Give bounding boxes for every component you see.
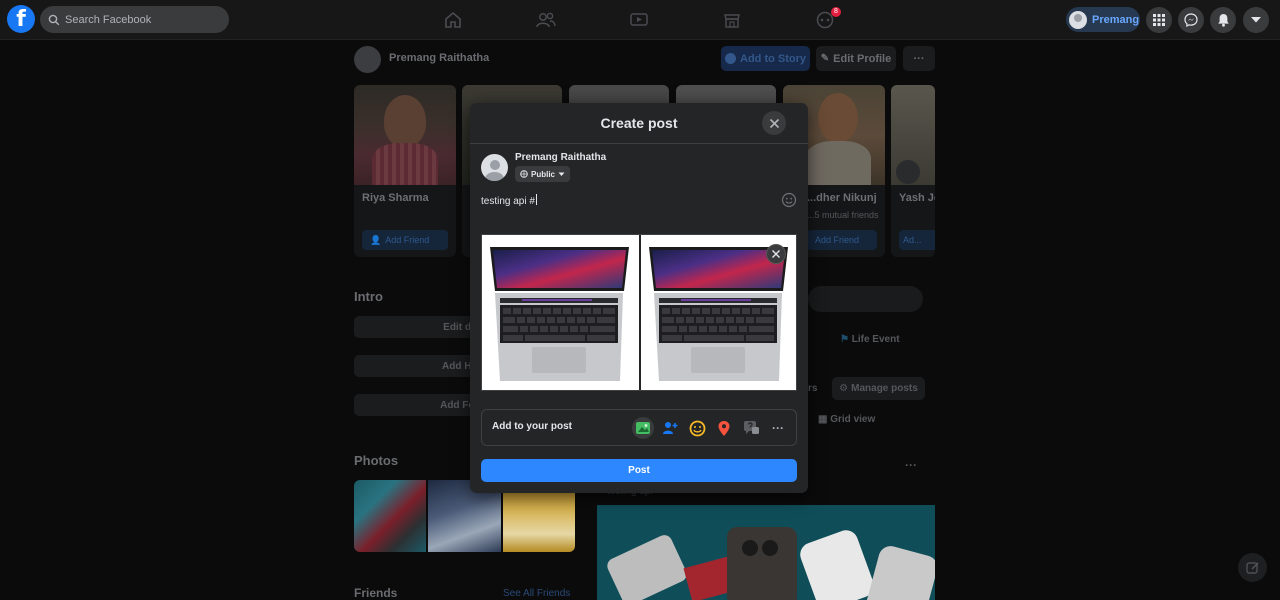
manage-posts-button[interactable]: ⚙ Manage posts: [832, 377, 925, 400]
feed-post-image[interactable]: [597, 505, 935, 600]
add-friend-button[interactable]: Add Friend: [807, 230, 877, 250]
pencil-icon: ✎: [820, 53, 830, 64]
notifications-button[interactable]: [1210, 7, 1236, 33]
suggestions-next-button[interactable]: [896, 160, 920, 184]
notification-badge: 8: [831, 7, 841, 17]
friends-title: Friends: [354, 586, 398, 600]
add-to-post-label: Add to your post: [492, 421, 572, 432]
text-cursor: [535, 194, 537, 205]
life-event-button[interactable]: ⚑ Life Event: [840, 334, 900, 345]
smiley-icon: [689, 420, 705, 436]
search-icon: [48, 14, 60, 25]
add-to-post-bar: Add to your post ···: [481, 409, 797, 446]
mutual-friends: ...5 mutual friends: [807, 210, 879, 220]
close-icon: [769, 118, 779, 128]
account-menu-button[interactable]: [1243, 7, 1269, 33]
avatar: [481, 154, 508, 181]
profile-avatar: [354, 46, 381, 73]
profile-chip[interactable]: Premang: [1066, 7, 1140, 32]
see-all-friends-link[interactable]: See All Friends: [503, 588, 570, 599]
gear-icon: ⚙: [839, 383, 849, 394]
facebook-logo[interactable]: f: [7, 5, 35, 33]
flag-icon: ⚑: [840, 334, 849, 345]
close-icon: [772, 250, 780, 258]
attached-photo[interactable]: [482, 235, 637, 390]
plus-circle-icon: [725, 53, 736, 64]
bell-icon: [1217, 14, 1229, 27]
check-in-button[interactable]: [713, 417, 735, 439]
add-person-icon: 👤: [370, 234, 382, 245]
messenger-icon: [1184, 13, 1198, 27]
photos-title: Photos: [354, 453, 399, 468]
search-box[interactable]: Search Facebook: [40, 6, 229, 33]
globe-icon: [520, 170, 528, 178]
emoji-icon[interactable]: [781, 192, 797, 208]
profile-more-button[interactable]: ···: [903, 46, 935, 71]
post-text-value: testing api #: [481, 196, 535, 207]
add-to-story-label: Add to Story: [740, 52, 806, 65]
grid-icon: ▦: [818, 414, 828, 425]
photo-thumbnail[interactable]: [354, 480, 427, 552]
menu-grid-button[interactable]: [1146, 7, 1172, 33]
edit-profile-button[interactable]: ✎ Edit Profile: [816, 46, 896, 71]
intro-title: Intro: [354, 289, 383, 304]
author-name: Premang Raithatha: [515, 152, 607, 163]
location-pin-icon: [718, 420, 730, 436]
question-bubble-icon: [743, 420, 759, 434]
chevron-down-icon: [558, 172, 565, 176]
profile-chip-label: Premang: [1092, 13, 1140, 26]
more-options-button[interactable]: ···: [767, 417, 789, 439]
post-button[interactable]: Post: [481, 459, 797, 482]
suggestion-photo: [354, 85, 456, 185]
suggestion-name: Riya Sharma: [362, 192, 429, 204]
divider: [470, 143, 808, 144]
tag-people-button[interactable]: [659, 417, 681, 439]
suggestion-name: ...dher Nikunj: [807, 192, 877, 204]
filters-button-fragment[interactable]: rs: [808, 383, 817, 394]
new-message-button[interactable]: [1238, 553, 1267, 582]
add-friend-label: Add Friend: [815, 235, 860, 245]
add-to-story-button[interactable]: Add to Story: [721, 46, 810, 71]
home-icon[interactable]: [441, 8, 465, 32]
suggestion-card[interactable]: Riya Sharma 👤 Add Friend: [354, 85, 456, 257]
grid-view-label: Grid view: [830, 414, 876, 425]
remove-media-button[interactable]: [766, 244, 786, 264]
chevron-down-icon: [1251, 17, 1261, 23]
profile-name: Premang Raithatha: [389, 52, 490, 64]
compose-icon: [1245, 561, 1258, 574]
grid-icon: [1153, 14, 1165, 26]
feeling-activity-button[interactable]: [686, 417, 708, 439]
manage-posts-label: Manage posts: [851, 383, 918, 394]
photo-icon: [636, 422, 650, 434]
add-friend-label: Ad...: [903, 235, 922, 245]
media-attachments: [481, 234, 797, 391]
edit-profile-label: Edit Profile: [833, 52, 892, 65]
watch-icon[interactable]: [627, 8, 651, 32]
audience-selector[interactable]: Public: [515, 166, 571, 182]
friends-icon[interactable]: [534, 8, 558, 32]
grid-view-tab[interactable]: ▦ Grid view: [818, 414, 875, 425]
add-friend-button[interactable]: Ad...: [899, 230, 935, 250]
messenger-button[interactable]: [1178, 7, 1204, 33]
laptop-image: [490, 247, 629, 381]
post-text-input[interactable]: testing api #: [481, 194, 537, 207]
whats-on-your-mind-field[interactable]: [808, 286, 923, 312]
add-friend-label: Add Friend: [385, 235, 430, 245]
close-dialog-button[interactable]: [762, 111, 786, 135]
add-friend-button[interactable]: 👤 Add Friend: [362, 230, 448, 250]
top-navigation-bar: f Search Facebook 8 Premang: [0, 0, 1280, 40]
ask-recommendations-button[interactable]: [740, 417, 762, 439]
create-post-dialog: Create post Premang Raithatha Public tes…: [470, 103, 808, 493]
dialog-title: Create post: [600, 115, 678, 131]
avatar: [1069, 10, 1087, 29]
audience-label: Public: [531, 169, 556, 179]
tag-people-icon: [662, 422, 677, 434]
suggestion-name: Yash Jo...: [899, 192, 935, 204]
marketplace-icon[interactable]: [720, 8, 744, 32]
photo-video-button[interactable]: [632, 417, 654, 439]
post-options-button[interactable]: ···: [905, 458, 917, 472]
life-event-label: Life Event: [851, 334, 900, 345]
search-placeholder: Search Facebook: [65, 13, 152, 26]
